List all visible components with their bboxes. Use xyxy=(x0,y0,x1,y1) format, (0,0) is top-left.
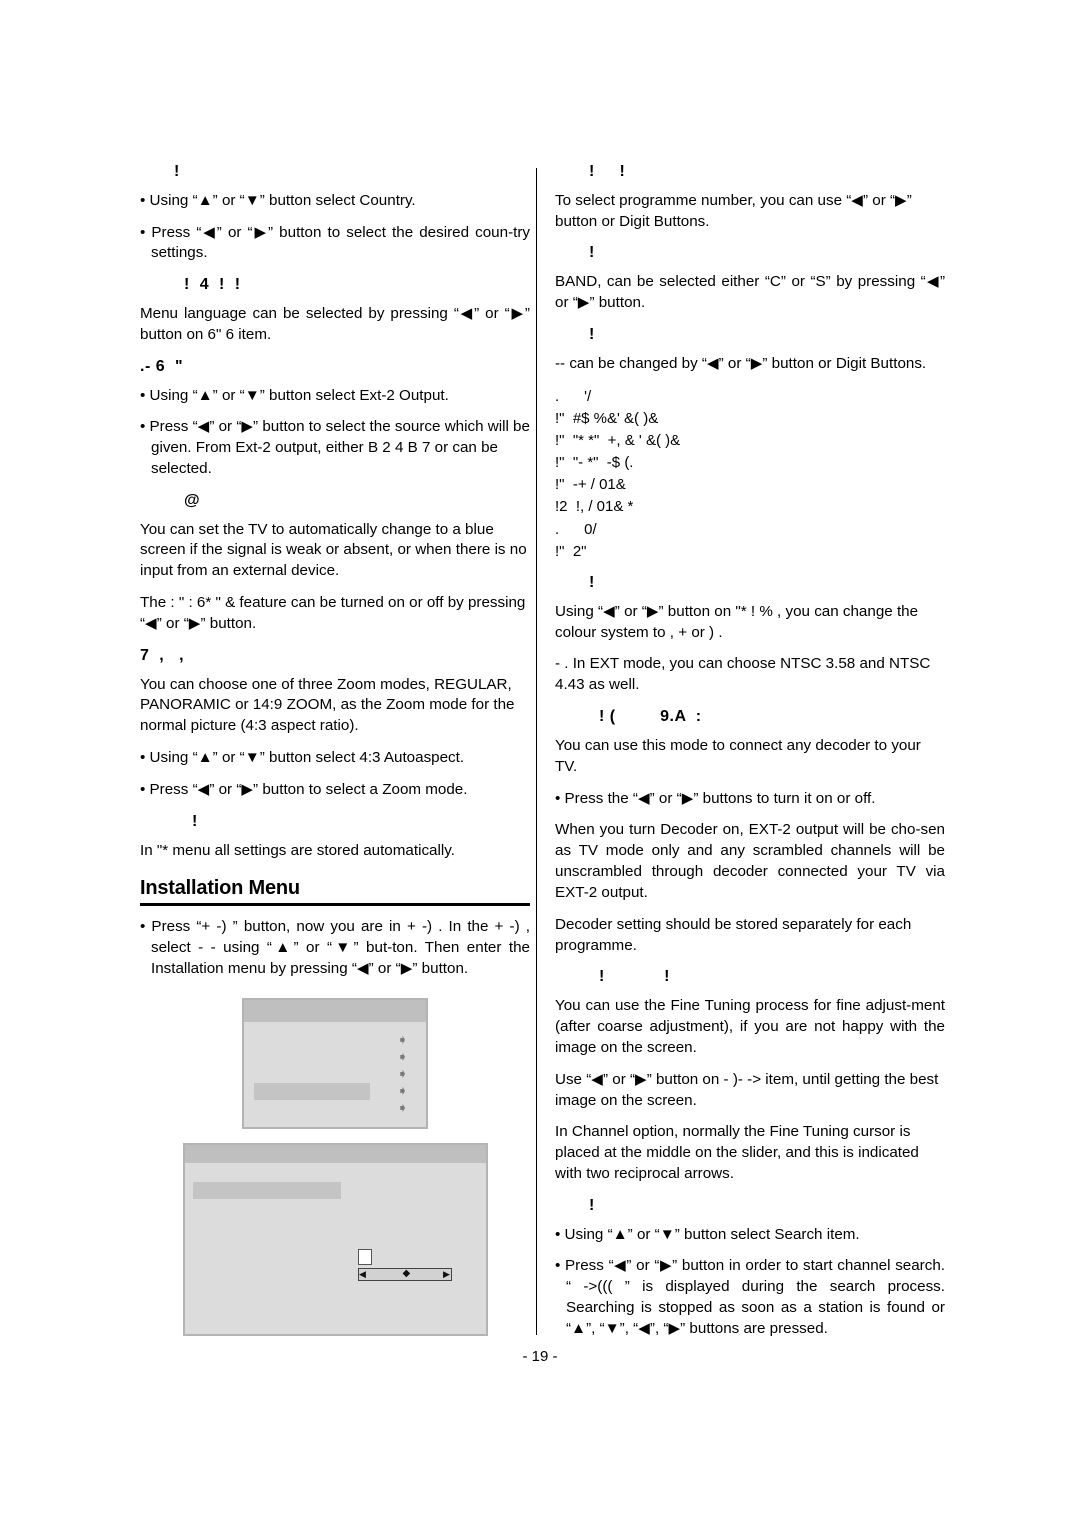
search-bullet-2: • Press “◀” or “▶” button in order to st… xyxy=(555,1257,945,1337)
fine-tuning-text-3: In Channel option, normally the Fine Tun… xyxy=(555,1123,919,1182)
install-bullet-1: • Press “+ -) ” button, now you are in +… xyxy=(140,918,530,977)
decoder-text-3: Decoder setting should be stored separat… xyxy=(555,915,912,954)
heading-autoaspect: 7 , , xyxy=(140,646,185,664)
colour-system-text-2: - . In EXT mode, you can choose NTSC 3.5… xyxy=(555,655,931,694)
heading-band: ! xyxy=(589,244,595,262)
band-text: BAND, can be selected either “C” or “S” … xyxy=(555,273,945,312)
slider-left-arrow-icon: ◀ xyxy=(359,1268,366,1279)
osd-menu-2-wrapper: ◀ ◆ ▶ xyxy=(140,1142,530,1336)
right-column: ! ! To select programme number, you can … xyxy=(530,162,945,1351)
fine-tuning-text-1: You can use the Fine Tuning process for … xyxy=(555,997,945,1056)
decoder-text-2: When you turn Decoder on, EXT-2 output w… xyxy=(555,821,945,901)
menu-language-text: Menu language can be selected by pressin… xyxy=(140,305,530,343)
autoaspect-text: You can choose one of three Zoom modes, … xyxy=(140,675,515,735)
two-column-body: ! • Using “▲” or “▼” button select Count… xyxy=(140,162,945,1351)
autoaspect-bullet-1: • Using “▲” or “▼” button select 4:3 Aut… xyxy=(140,749,465,767)
right-arrow-icon: ➧ xyxy=(397,1099,408,1115)
blue-screen-text-2: The : " : 6* " & feature can be turned o… xyxy=(140,594,526,632)
osd-menu-1-highlight-row xyxy=(254,1082,370,1100)
heading-search: ! xyxy=(589,1196,595,1214)
section-rule xyxy=(140,903,530,907)
manual-page: ! • Using “▲” or “▼” button select Count… xyxy=(0,0,1080,1528)
search-bullet-1: • Using “▲” or “▼” button select Search … xyxy=(555,1225,860,1243)
channel-text: -- can be changed by “◀” or “▶” button o… xyxy=(555,354,927,372)
osd-menu-1-wrapper: ➧ ➧ ➧ ➧ ➧ xyxy=(140,997,530,1129)
programme-number-text: To select programme number, you can use … xyxy=(555,191,912,230)
osd-menu-2-fine-tuning-slider: ◀ ◆ ▶ xyxy=(357,1267,452,1281)
garbled-symbol-block: . '/ !" #$ %&' &( )& !" "* *" +, & ' &( … xyxy=(555,387,681,560)
autoaspect-bullet-2: • Press “◀” or “▶” button to select a Zo… xyxy=(140,780,468,798)
store-text: In "* menu all settings are stored autom… xyxy=(140,841,455,859)
heading-blue-screen: @ xyxy=(184,491,201,509)
heading-colour-system: ! xyxy=(589,574,595,592)
heading-programme-number: ! ! xyxy=(589,163,626,180)
fine-tuning-text-2: Use “◀” or “▶” button on - )- -> item, u… xyxy=(555,1070,939,1109)
osd-menu-2-checkbox xyxy=(357,1248,372,1265)
osd-menu-2-highlight-row xyxy=(192,1181,341,1199)
heading-ext2-output: .- 6 " xyxy=(140,357,184,375)
ext2-bullet-2: • Press “◀” or “▶” button to select the … xyxy=(140,418,530,478)
country-bullet-2: • Press “◀” or “▶” button to select the … xyxy=(140,223,530,262)
osd-menu-2-titlebar xyxy=(184,1144,486,1163)
page-number: - 19 - xyxy=(522,1348,558,1365)
osd-menu-1-titlebar xyxy=(244,999,426,1022)
ext2-bullet-1: • Using “▲” or “▼” button select Ext-2 O… xyxy=(140,386,449,404)
page-title: Installation Menu xyxy=(140,877,300,900)
right-arrow-icon: ➧ xyxy=(397,1082,408,1098)
right-arrow-icon: ➧ xyxy=(397,1048,408,1064)
heading-store: ! xyxy=(192,812,198,830)
heading-decoder: ! ( 9.A : xyxy=(599,708,702,726)
colour-system-text-1: Using “◀” or “▶” button on "* ! % , you … xyxy=(555,602,919,641)
country-bullet-1: • Using “▲” or “▼” button select Country… xyxy=(140,191,416,209)
left-column: ! • Using “▲” or “▼” button select Count… xyxy=(140,162,530,1336)
osd-menu-2: ◀ ◆ ▶ xyxy=(182,1142,488,1336)
heading-menu-language: ! 4 ! ! xyxy=(184,276,241,294)
osd-menu-1: ➧ ➧ ➧ ➧ ➧ xyxy=(242,997,428,1129)
right-arrow-icon: ➧ xyxy=(397,1031,408,1047)
decoder-bullet-1: • Press the “◀” or “▶” buttons to turn i… xyxy=(555,789,876,807)
heading-fine-tuning: ! ! xyxy=(599,968,670,986)
heading-channel: ! xyxy=(589,325,595,343)
heading-country: ! xyxy=(174,163,180,180)
slider-knob-icon: ◆ xyxy=(402,1268,411,1280)
slider-right-arrow-icon: ▶ xyxy=(443,1268,450,1279)
blue-screen-text-1: You can set the TV to automatically chan… xyxy=(140,520,527,580)
right-arrow-icon: ➧ xyxy=(397,1065,408,1081)
osd-menu-1-arrow-column: ➧ ➧ ➧ ➧ ➧ xyxy=(397,1031,408,1115)
decoder-text-1: You can use this mode to connect any dec… xyxy=(555,736,921,775)
